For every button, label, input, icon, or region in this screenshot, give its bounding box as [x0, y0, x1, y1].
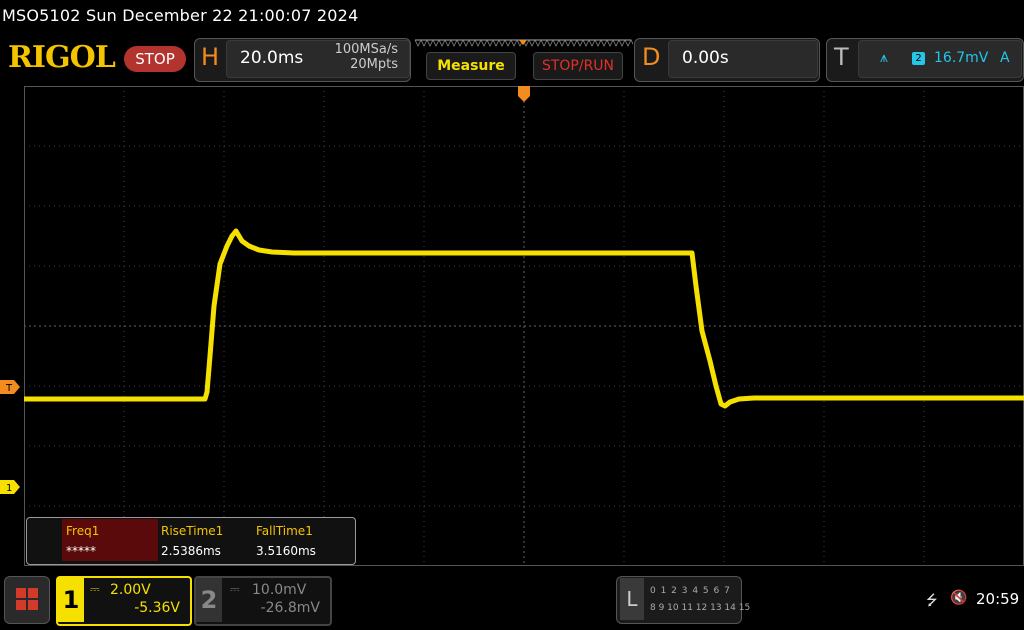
measure-button[interactable]: Measure: [426, 52, 516, 80]
rigol-logo: RIGOL: [8, 40, 116, 75]
trigger-letter: T: [834, 43, 849, 71]
dc-coupling-icon: ⎓: [90, 582, 100, 596]
stop-run-button[interactable]: STOP/RUN: [533, 52, 623, 80]
run-status-badge: STOP: [124, 46, 186, 72]
ch1-scale: 2.00V: [110, 582, 151, 598]
meas-value-falltime: 3.5160ms: [256, 544, 316, 558]
meas-value-risetime: 2.5386ms: [161, 544, 221, 558]
la-channels-row2: 8 9 10 11 12 13 14 15: [650, 603, 751, 613]
ch1-number: 1: [58, 578, 84, 622]
speaker-muted-icon[interactable]: 🔇: [950, 590, 967, 606]
meas-label-freq: Freq1: [66, 524, 100, 538]
meas-value-freq: *****: [66, 544, 96, 558]
graticule: [24, 86, 1024, 566]
trigger-mode: A: [1000, 50, 1010, 66]
usb-icon: ⭍: [926, 593, 938, 609]
la-channels-row1: 0 1 2 3 4 5 6 7: [650, 586, 731, 596]
memory-position-bar: [414, 39, 633, 47]
ch2-number: 2: [196, 578, 222, 622]
delay-letter: D: [642, 43, 661, 71]
trigger-level-marker[interactable]: T: [0, 380, 22, 394]
memory-depth: 20Mpts: [350, 57, 398, 72]
trigger-marker-label: T: [5, 383, 13, 394]
trigger-position-marker: [518, 86, 530, 102]
logic-analyzer-letter: L: [620, 578, 644, 620]
window-title: MSO5102 Sun December 22 21:00:07 2024: [2, 6, 359, 25]
timebase-value: 20.0ms: [240, 48, 304, 68]
ch2-scale: 10.0mV: [252, 582, 307, 598]
trigger-source-badge: 2: [912, 52, 925, 65]
ch1-offset: -5.36V: [134, 600, 180, 616]
clock: 20:59: [976, 590, 1020, 608]
main-menu-button[interactable]: [4, 576, 50, 624]
meas-label-falltime: FallTime1: [256, 524, 313, 538]
ch1-offset-marker[interactable]: 1: [0, 480, 22, 494]
waveform-display[interactable]: [24, 86, 1024, 566]
ch2-offset: -26.8mV: [260, 600, 320, 616]
sample-rate-info: 100MSa/s 20Mpts: [320, 42, 398, 72]
delay-value: 0.00s: [682, 48, 729, 68]
horizontal-letter: H: [201, 43, 220, 71]
meas-label-risetime: RiseTime1: [161, 524, 224, 538]
sample-rate: 100MSa/s: [334, 42, 398, 57]
ch1-marker-label: 1: [6, 483, 12, 494]
rising-edge-icon: ⩚: [880, 50, 888, 66]
ch2-coupling-icon: ⎓: [230, 582, 240, 596]
memory-position-marker: [519, 40, 527, 45]
trigger-level: 16.7mV: [934, 50, 989, 66]
grid-menu-icon: [16, 588, 38, 610]
